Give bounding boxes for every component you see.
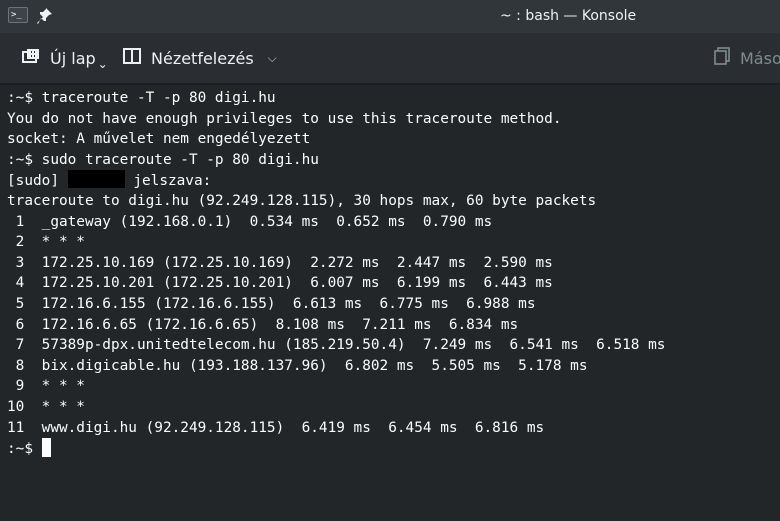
traceroute-hop: 4 172.25.10.201 (172.25.10.201) 6.007 ms… [7,275,553,292]
traceroute-hop: 6 172.16.6.65 (172.16.6.65) 8.108 ms 7.2… [7,316,519,333]
toolbar: Új lap ⌄ Nézetfelezés ⌵ Máso [0,33,780,84]
terminal-line: traceroute to digi.hu (92.249.128.115), … [7,192,597,209]
terminal-line: You do not have enough privileges to use… [7,110,562,127]
traceroute-hop: 3 172.25.10.169 (172.25.10.169) 2.272 ms… [7,254,553,271]
chevron-down-icon[interactable]: ⌵ [268,51,277,66]
pin-icon[interactable] [37,7,53,25]
prompt-text: :~$ [7,441,33,458]
konsole-window: >_ ~ : bash — Konsole Új lap ⌄ Nézetfele… [0,0,780,521]
traceroute-hop: 8 bix.digicable.hu (193.188.137.96) 6.80… [7,357,588,374]
traceroute-hop: 10 * * * [7,398,85,415]
copy-label: Máso [740,48,780,68]
traceroute-hop: 1 _gateway (192.168.0.1) 0.534 ms 0.652 … [7,213,493,230]
split-view-icon [123,48,141,68]
terminal-line: socket: A művelet nem engedélyezett [7,131,311,148]
redacted-username [67,170,125,189]
window-title: ~ : bash — Konsole [500,8,637,24]
sudo-prompt-suffix: jelszava: [133,173,212,190]
terminal-app-icon[interactable]: >_ [8,7,28,23]
traceroute-hop: 7 57389p-dpx.unitedtelecom.hu (185.219.5… [7,337,666,354]
split-view-button[interactable]: Nézetfelezés ⌵ [123,43,277,73]
traceroute-hop: 11 www.digi.hu (92.249.128.115) 6.419 ms… [7,419,545,436]
copy-button[interactable]: Máso [714,43,780,73]
split-view-label: Nézetfelezés [151,48,254,68]
terminal-line: :~$ sudo traceroute -T -p 80 digi.hu [7,151,319,168]
copy-icon [714,47,730,69]
traceroute-hop: 5 172.16.6.155 (172.16.6.155) 6.613 ms 6… [7,295,536,312]
sudo-password-prompt: [sudo] jelszava: [7,170,780,191]
text-cursor [41,438,51,458]
terminal-output[interactable]: :~$ traceroute -T -p 80 digi.hu You do n… [0,84,780,521]
new-tab-dropdown-icon[interactable]: ⌄ [98,57,108,71]
sudo-prefix: [sudo] [7,173,59,190]
new-tab-button[interactable]: Új lap ⌄ [22,43,108,73]
traceroute-hop: 9 * * * [7,378,85,395]
traceroute-hop: 2 * * * [7,234,85,251]
terminal-line: :~$ traceroute -T -p 80 digi.hu [7,90,276,106]
shell-prompt[interactable]: :~$ [7,438,780,459]
new-tab-icon [22,48,40,68]
new-tab-label: Új lap [50,48,96,68]
title-bar[interactable]: >_ ~ : bash — Konsole [0,0,780,33]
